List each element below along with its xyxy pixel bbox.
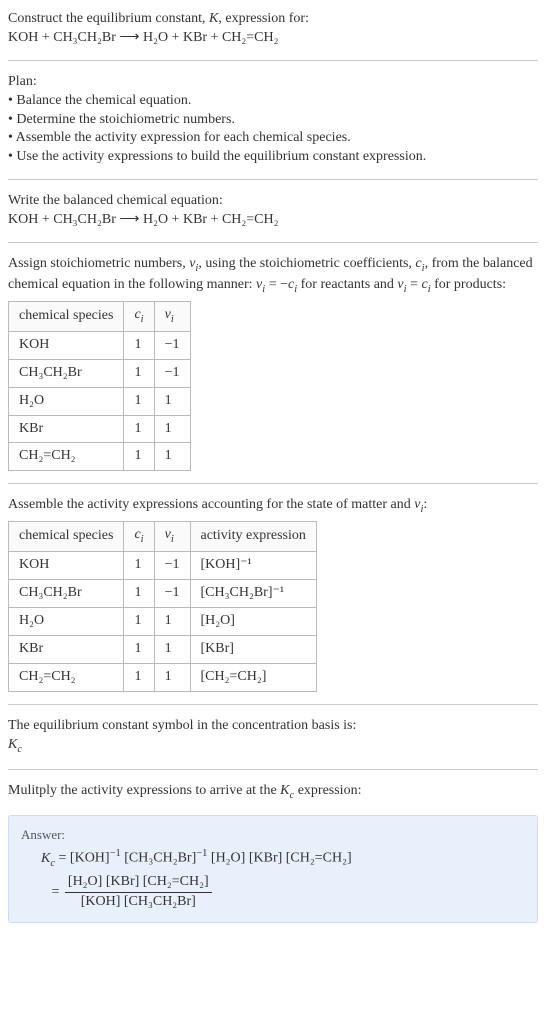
answer-numerator: [H₂O] [KBr] [CH₂=CH₂] <box>65 873 212 893</box>
table-row: KBr11 <box>9 415 191 443</box>
col-activity: activity expression <box>190 522 316 552</box>
table-row: KOH1−1[KOH]⁻¹ <box>9 552 317 580</box>
table-row: CH₂=CH₂11 <box>9 443 191 471</box>
intro-line: Construct the equilibrium constant, K, e… <box>8 10 538 29</box>
col-ci: ci <box>124 522 154 552</box>
col-ci: ci <box>124 301 154 331</box>
intro-block: Construct the equilibrium constant, K, e… <box>8 4 538 54</box>
answer-box: Answer: Kc = K_c = [KOH]⁻¹ [CH₃CH₂Br]⁻¹ … <box>8 815 538 923</box>
table-row: CH₂=CH₂11[CH₂=CH₂] <box>9 663 317 691</box>
table-row: H₂O11[H₂O] <box>9 608 317 636</box>
table-row: KBr11[KBr] <box>9 635 317 663</box>
plan-item: • Assemble the activity expression for e… <box>8 129 538 148</box>
divider <box>8 483 538 484</box>
plan-heading: Plan: <box>8 73 538 92</box>
activity-heading: Assemble the activity expressions accoun… <box>8 496 538 517</box>
stoich-heading: Assign stoichiometric numbers, νi, using… <box>8 255 538 297</box>
table-header-row: chemical species ci νi activity expressi… <box>9 522 317 552</box>
divider <box>8 179 538 180</box>
col-species: chemical species <box>9 301 124 331</box>
divider <box>8 242 538 243</box>
activity-table: chemical species ci νi activity expressi… <box>8 521 317 691</box>
answer-denominator: [KOH] [CH₃CH₂Br] <box>65 893 212 912</box>
balanced-block: Write the balanced chemical equation: KO… <box>8 186 538 236</box>
plan-item: • Determine the stoichiometric numbers. <box>8 111 538 130</box>
divider <box>8 769 538 770</box>
divider <box>8 704 538 705</box>
answer-label: Answer: <box>21 826 525 844</box>
activity-block: Assemble the activity expressions accoun… <box>8 490 538 697</box>
symbol-line2: Kc <box>8 736 538 757</box>
table-row: CH₃CH₂Br1−1[CH₃CH₂Br]⁻¹ <box>9 580 317 608</box>
stoich-table: chemical species ci νi KOH1−1 CH₃CH₂Br1−… <box>8 301 191 471</box>
table-header-row: chemical species ci νi <box>9 301 191 331</box>
multiply-block: Mulitply the activity expressions to arr… <box>8 776 538 809</box>
stoich-block: Assign stoichiometric numbers, νi, using… <box>8 249 538 477</box>
symbol-block: The equilibrium constant symbol in the c… <box>8 711 538 763</box>
symbol-line1: The equilibrium constant symbol in the c… <box>8 717 538 736</box>
col-species: chemical species <box>9 522 124 552</box>
col-nui: νi <box>154 301 190 331</box>
multiply-heading: Mulitply the activity expressions to arr… <box>8 783 361 798</box>
table-row: H₂O11 <box>9 387 191 415</box>
intro-equation: KOH + CH₃CH₂Br ⟶ H₂O + KBr + CH₂=CH₂ <box>8 29 538 48</box>
table-row: CH₃CH₂Br1−1 <box>9 359 191 387</box>
divider <box>8 60 538 61</box>
balanced-equation: KOH + CH₃CH₂Br ⟶ H₂O + KBr + CH₂=CH₂ <box>8 211 538 230</box>
answer-expression: Kc = K_c = [KOH]⁻¹ [CH₃CH₂Br]⁻¹ [H₂O] [K… <box>21 847 525 911</box>
table-row: KOH1−1 <box>9 331 191 359</box>
plan-item: • Balance the chemical equation. <box>8 92 538 111</box>
col-nui: νi <box>154 522 190 552</box>
plan-item: • Use the activity expressions to build … <box>8 148 538 167</box>
plan-block: Plan: • Balance the chemical equation. •… <box>8 67 538 173</box>
balanced-heading: Write the balanced chemical equation: <box>8 192 538 211</box>
